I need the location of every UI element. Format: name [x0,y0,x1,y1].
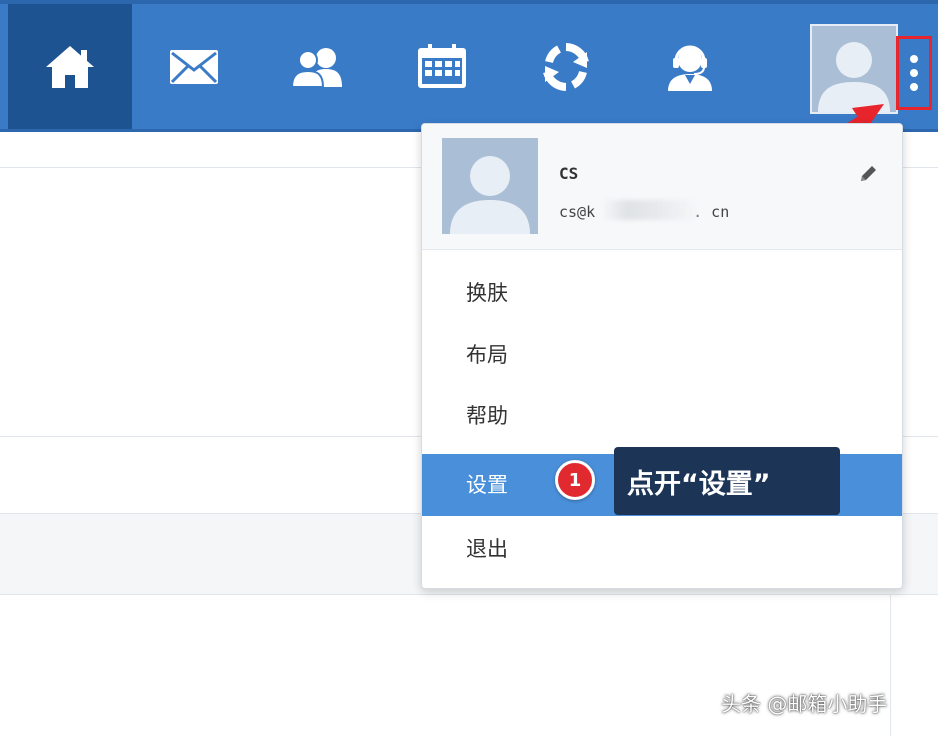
menu-item-skin[interactable]: 换肤 [422,262,902,324]
menu-item-help[interactable]: 帮助 [422,385,902,447]
watermark: 头条 @邮箱小助手 [721,692,888,716]
nav-contacts[interactable] [256,4,380,129]
pencil-icon[interactable] [858,164,878,184]
email-redaction [602,200,700,220]
support-agent-icon [668,45,712,91]
more-vertical-icon [910,83,918,91]
instruction-callout: 点开“设置” [614,447,840,515]
nav-mail[interactable] [132,4,256,129]
sync-icon [543,42,589,91]
step-number-badge: 1 [555,460,595,500]
contacts-icon [290,47,342,88]
user-name: CS [559,164,579,183]
user-email-prefix: cs@k [559,203,596,221]
top-navigation-bar [0,0,938,132]
nav-home[interactable] [8,4,132,129]
calendar-icon [418,43,466,88]
user-avatar-icon [442,138,538,234]
content-divider-vertical [890,595,891,736]
mail-icon [170,49,218,84]
dropdown-user-header: CS cs@k. cn [422,124,902,250]
dropdown-avatar [442,138,538,234]
more-vertical-icon [910,55,918,63]
home-icon [46,45,94,88]
nav-calendar[interactable] [380,4,504,129]
menu-item-logout[interactable]: 退出 [422,518,902,580]
nav-sync[interactable] [504,4,628,129]
more-menu-button[interactable] [896,36,932,110]
user-dropdown-menu: CS cs@k. cn 换肤 布局 帮助 设置 退出 [421,123,903,589]
nav-support[interactable] [628,4,752,129]
more-vertical-icon [910,69,918,77]
menu-item-layout[interactable]: 布局 [422,324,902,386]
